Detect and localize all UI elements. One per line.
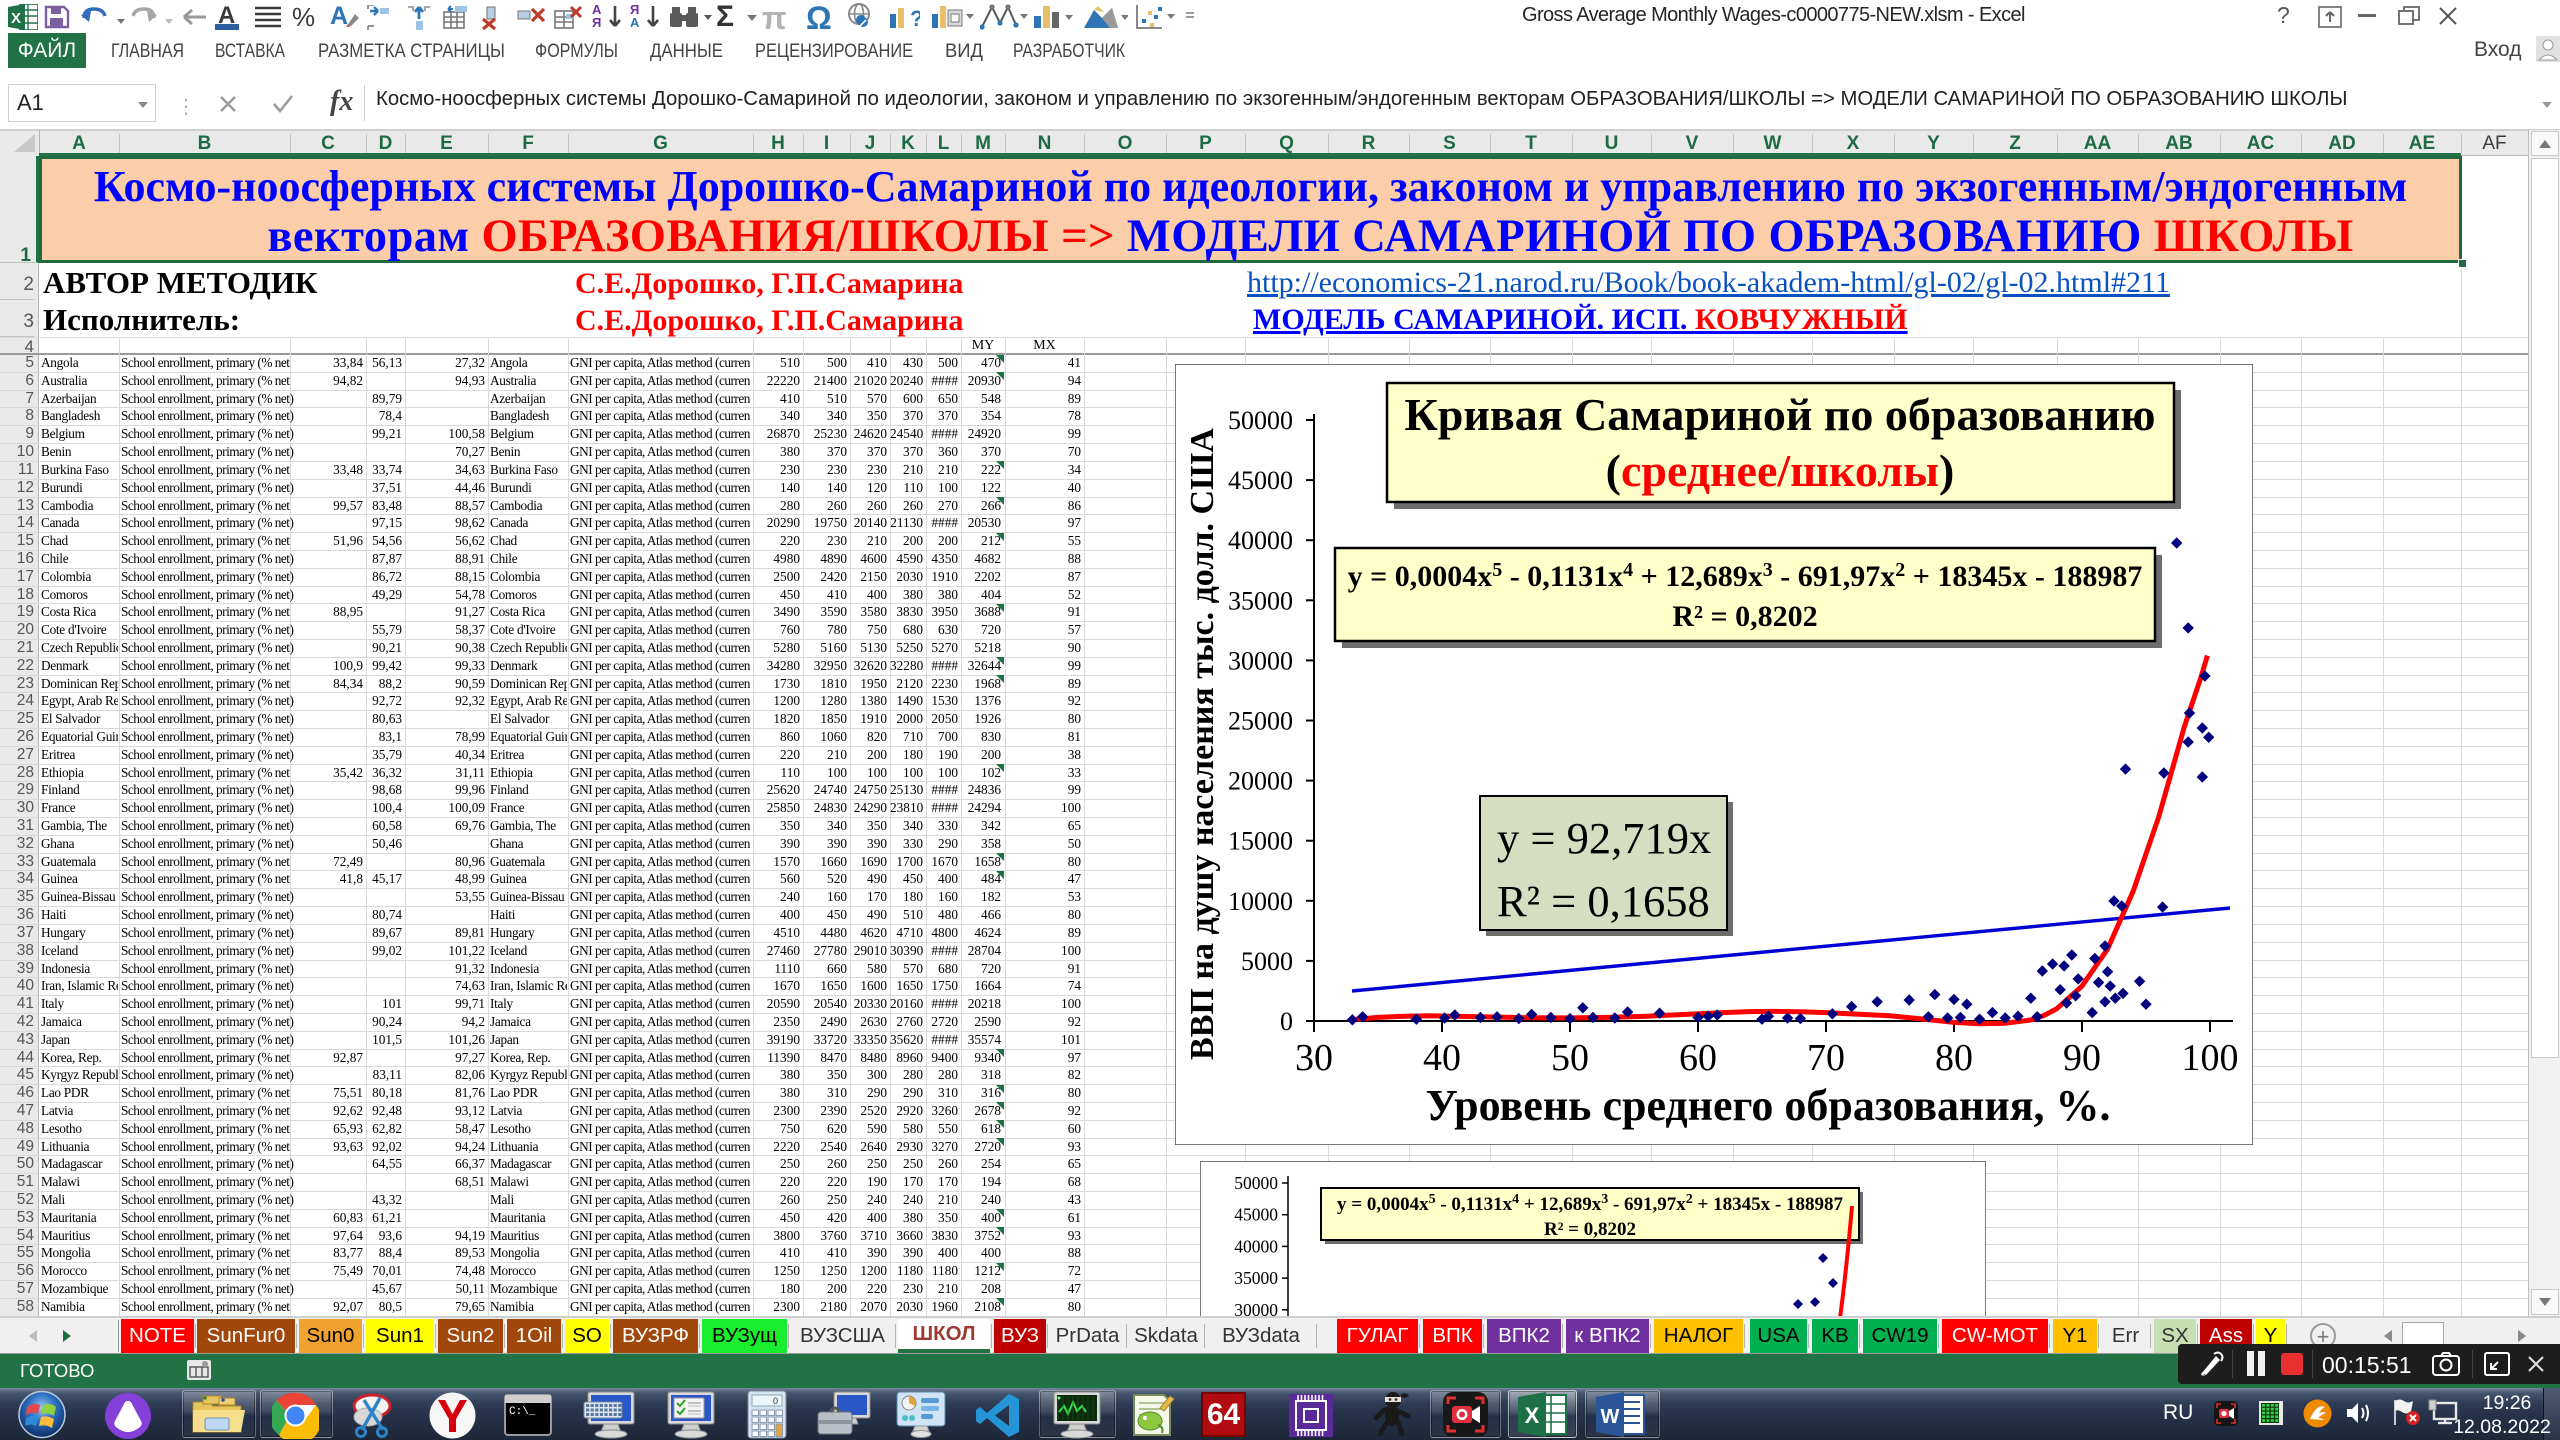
svg-text:ВВП на душу населения тыс. дол: ВВП на душу населения тыс. долл. США [1184, 428, 1221, 1060]
svg-text:50: 50 [1551, 1037, 1589, 1079]
svg-text:15000: 15000 [1228, 827, 1293, 856]
svg-text:30: 30 [1295, 1037, 1333, 1079]
svg-text:100: 100 [2182, 1037, 2239, 1079]
svg-text:10000: 10000 [1228, 887, 1293, 916]
svg-text:X: X [1525, 1403, 1540, 1428]
svg-text:R² = 0,8202: R² = 0,8202 [1544, 1219, 1636, 1240]
svg-text:30000: 30000 [1228, 646, 1293, 675]
svg-text:90: 90 [2063, 1037, 2101, 1079]
svg-text:R² = 0,8202: R² = 0,8202 [1672, 600, 1817, 633]
svg-text:?: ? [910, 6, 920, 30]
svg-text:25000: 25000 [1228, 707, 1293, 736]
svg-text:y = 92,719x: y = 92,719x [1497, 813, 1711, 863]
svg-text:y = 0,0004x5 - 0,1131x4 + 12,6: y = 0,0004x5 - 0,1131x4 + 12,689x3 - 691… [1348, 559, 2143, 593]
svg-text:0: 0 [773, 1396, 778, 1406]
svg-text:W: W [1601, 1406, 1620, 1428]
svg-text:40000: 40000 [1234, 1236, 1278, 1256]
svg-text:40000: 40000 [1228, 526, 1293, 555]
svg-text:35000: 35000 [1234, 1268, 1278, 1288]
svg-text:35000: 35000 [1228, 586, 1293, 615]
svg-text:45000: 45000 [1234, 1205, 1278, 1225]
svg-text:40: 40 [1423, 1037, 1461, 1079]
svg-text:60: 60 [1679, 1037, 1717, 1079]
svg-text:45000: 45000 [1228, 466, 1293, 495]
svg-text:80: 80 [1935, 1037, 1973, 1079]
svg-text:50000: 50000 [1228, 406, 1293, 435]
svg-text:(среднее/школы): (среднее/школы) [1606, 445, 1955, 496]
svg-text:0: 0 [1280, 1007, 1293, 1036]
svg-text:C:\_: C:\_ [509, 1406, 536, 1418]
svg-text:R² = 0,1658: R² = 0,1658 [1497, 876, 1710, 926]
svg-text:50000: 50000 [1234, 1173, 1278, 1193]
svg-text:y = 0,0004x5 - 0,1131x4 + 12,6: y = 0,0004x5 - 0,1131x4 + 12,689x3 - 691… [1337, 1192, 1843, 1215]
svg-text:Кривая Самариной по образовани: Кривая Самариной по образованию [1404, 389, 2155, 440]
svg-text:5000: 5000 [1241, 947, 1293, 976]
svg-text:20000: 20000 [1228, 767, 1293, 796]
svg-text:Уровень среднего образования,: Уровень среднего образования, %. [1425, 1081, 2110, 1130]
svg-text:70: 70 [1807, 1037, 1845, 1079]
svg-text:X: X [11, 10, 21, 27]
